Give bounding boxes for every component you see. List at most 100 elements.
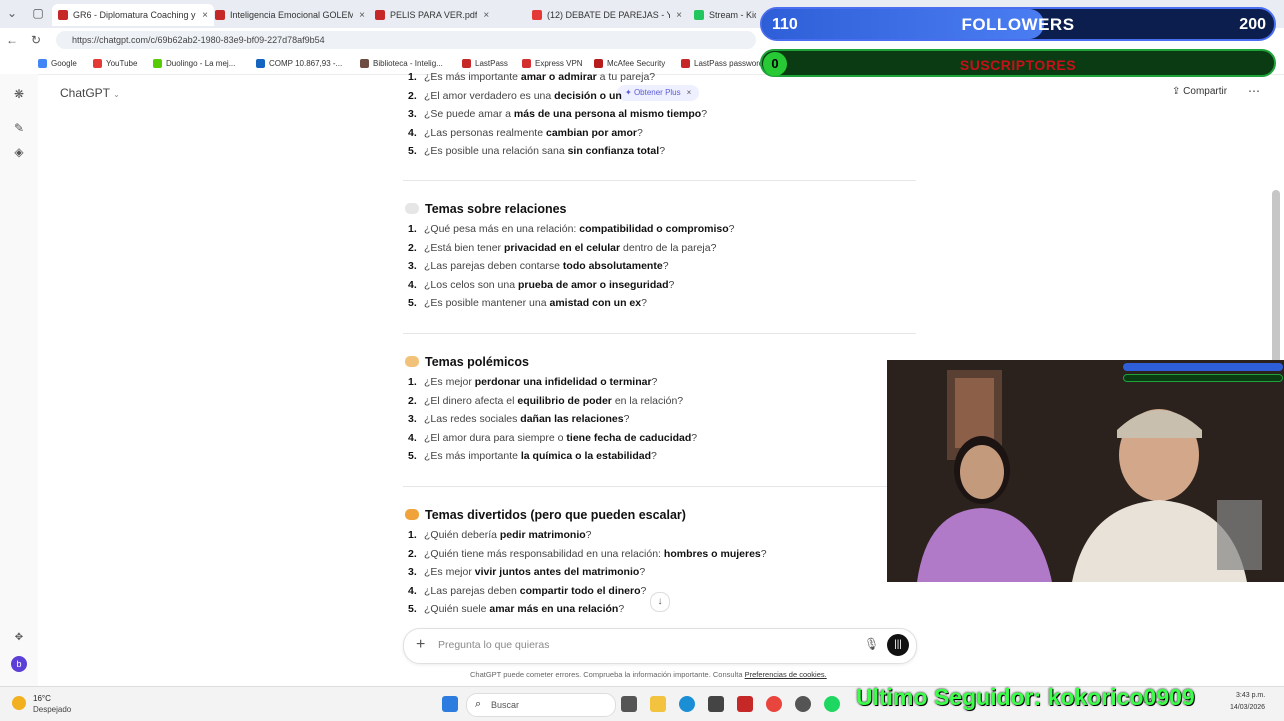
last-follower-banner: Ultimo Seguidor: kokorico0909 (856, 684, 1195, 710)
item-text: ¿Es posible mantener una (424, 297, 550, 310)
task-view-icon[interactable] (621, 696, 637, 712)
share-icon: ⇪ (1172, 86, 1184, 97)
list-item: 5. ¿Quién suele amar más en una relación? (408, 603, 624, 615)
reload-icon[interactable]: ↻ (28, 32, 44, 48)
file-explorer-icon[interactable] (650, 696, 666, 712)
avatar[interactable]: b (11, 656, 27, 672)
list-item: 2. ¿El dinero afecta el equilibrio de pod… (408, 395, 683, 407)
close-icon[interactable]: × (687, 88, 692, 97)
followers-goal-bar: 110 FOLLOWERS 200 (760, 7, 1276, 41)
list-number: 3. (408, 108, 417, 121)
microphone-icon[interactable]: 🎙 (864, 637, 879, 651)
scroll-down-icon[interactable]: ↓ (650, 592, 670, 612)
bookmark-item[interactable]: LastPass (462, 56, 508, 70)
share-button[interactable]: ⇪ Compartir (1172, 86, 1227, 97)
store-icon[interactable] (708, 696, 724, 712)
windows-start-icon[interactable] (442, 696, 458, 712)
item-bold-text: vivir juntos antes del matrimonio (474, 566, 640, 579)
add-icon[interactable]: + (416, 636, 425, 654)
list-item: 2. ¿Quién tiene más responsabilidad en un… (408, 548, 767, 560)
list-item: 5. ¿Es posible una relación sana sin conf… (408, 145, 665, 157)
item-text-end: en la relación? (611, 394, 684, 407)
list-number: 2. (408, 241, 417, 254)
chevron-down-icon: ⌄ (113, 90, 120, 99)
close-tab-icon[interactable]: × (202, 10, 208, 21)
item-bold-text: amar más en una relación (489, 603, 619, 616)
list-number: 5. (408, 450, 417, 463)
tab-label: PELIS PARA VER.pdf (390, 10, 478, 20)
list-number: 1. (408, 376, 417, 388)
bookmark-favicon-icon (594, 58, 603, 68)
bookmark-item[interactable]: COMP 10.867,93 -... (256, 56, 342, 70)
bookmark-item[interactable]: Express VPN (522, 56, 583, 70)
chatgpt-app-icon[interactable] (795, 696, 811, 712)
close-tab-icon[interactable]: × (359, 10, 365, 21)
close-tab-icon[interactable]: × (676, 10, 682, 21)
acrobat-icon[interactable] (737, 696, 753, 712)
list-number: 5. (408, 145, 417, 158)
bookmark-item[interactable]: Google (38, 56, 77, 70)
section-divider (403, 180, 916, 181)
url-field[interactable]: https://chatgpt.com/c/69b62ab2-1980-83e9… (56, 31, 756, 49)
item-text-end: ? (760, 547, 767, 560)
browser-tab[interactable]: GR6 - Diplomatura Coaching y Lid × (52, 4, 214, 26)
webcam-image (887, 360, 1284, 582)
obtener-plus-button[interactable]: ✦ Obtener Plus × (617, 85, 700, 101)
settings-icon[interactable]: ✥ (11, 630, 27, 646)
new-chat-icon[interactable]: ✎ (11, 120, 27, 136)
clock-time[interactable]: 3:43 p.m. (1236, 692, 1265, 699)
item-text: ¿Las personas realmente (424, 126, 546, 139)
tab-actions-icon[interactable]: ▢ (30, 5, 46, 21)
gpts-icon[interactable]: ◈ (11, 144, 27, 160)
mini-subscribers-bar (1123, 374, 1283, 382)
back-icon[interactable]: ← (4, 32, 20, 48)
search-icon: ⌕ (475, 698, 482, 710)
voice-mode-icon[interactable]: ||| (887, 634, 909, 656)
bookmark-favicon-icon (360, 58, 369, 68)
taskbar-search[interactable]: ⌕ Buscar (466, 693, 616, 717)
clock-date[interactable]: 14/03/2026 (1230, 704, 1265, 711)
bookmark-item[interactable]: LastPass password (681, 56, 763, 70)
browser-tab[interactable]: PELIS PARA VER.pdf × (375, 4, 525, 26)
item-text-end: ? (640, 584, 647, 597)
item-bold-text: amar o admirar (520, 71, 597, 83)
list-number: 4. (408, 126, 417, 139)
bookmark-item[interactable]: Duolingo - La mej... (153, 56, 235, 70)
item-bold-text: hombres o mujeres (663, 547, 761, 560)
spotify-icon[interactable] (824, 696, 840, 712)
openai-logo-icon[interactable]: ❋ (11, 86, 27, 102)
bookmark-item[interactable]: YouTube (93, 56, 137, 70)
edge-icon[interactable] (679, 696, 695, 712)
bookmark-item[interactable]: McAfee Security (594, 56, 665, 70)
section-emoji-icon (405, 203, 419, 214)
tab-favicon-icon (532, 10, 542, 20)
item-text: ¿Quién suele (424, 603, 490, 616)
item-bold-text: pedir matrimonio (499, 529, 586, 541)
item-text: ¿El amor dura para siempre o (424, 431, 567, 444)
chrome-icon[interactable] (766, 696, 782, 712)
bookmark-item[interactable]: Biblioteca - Intelig... (360, 56, 443, 70)
cookie-preferences-link[interactable]: Preferencias de cookies. (745, 670, 827, 679)
list-item: 3. ¿Las parejas deben contarse todo absol… (408, 260, 669, 272)
prompt-input[interactable]: Pregunta lo que quieras (438, 639, 550, 651)
browser-tab[interactable]: Stream - Kick (694, 4, 756, 26)
tab-label: Inteligencia Emocional GOLEMAN (230, 10, 354, 20)
item-bold-text: dañan las relaciones (520, 413, 624, 426)
bookmark-favicon-icon (256, 58, 265, 68)
model-selector[interactable]: ChatGPT ⌄ (60, 86, 120, 100)
more-options-icon[interactable]: ⋯ (1248, 84, 1260, 98)
browser-tab[interactable]: Inteligencia Emocional GOLEMAN × (215, 4, 365, 26)
item-text: ¿Se puede amar a (424, 108, 514, 121)
bookmark-favicon-icon (93, 58, 102, 68)
list-item: 3. ¿Las redes sociales dañan las relacion… (408, 413, 629, 425)
tab-favicon-icon (694, 10, 704, 20)
list-item: 4. ¿Los celos son una prueba de amor o in… (408, 279, 674, 291)
item-text-end: ? (668, 278, 675, 291)
section-title: Temas sobre relaciones (405, 202, 567, 216)
close-tab-icon[interactable]: × (483, 10, 489, 21)
subscribers-goal-bar: 0 SUSCRIPTORES (760, 49, 1276, 77)
list-number: 2. (408, 394, 417, 407)
section-title: Temas divertidos (pero que pueden escala… (405, 508, 686, 522)
browser-tab[interactable]: (12) DEBATE DE PAREJAS - YouTub × (532, 4, 682, 26)
tab-search-icon[interactable]: ⌄ (4, 5, 20, 21)
